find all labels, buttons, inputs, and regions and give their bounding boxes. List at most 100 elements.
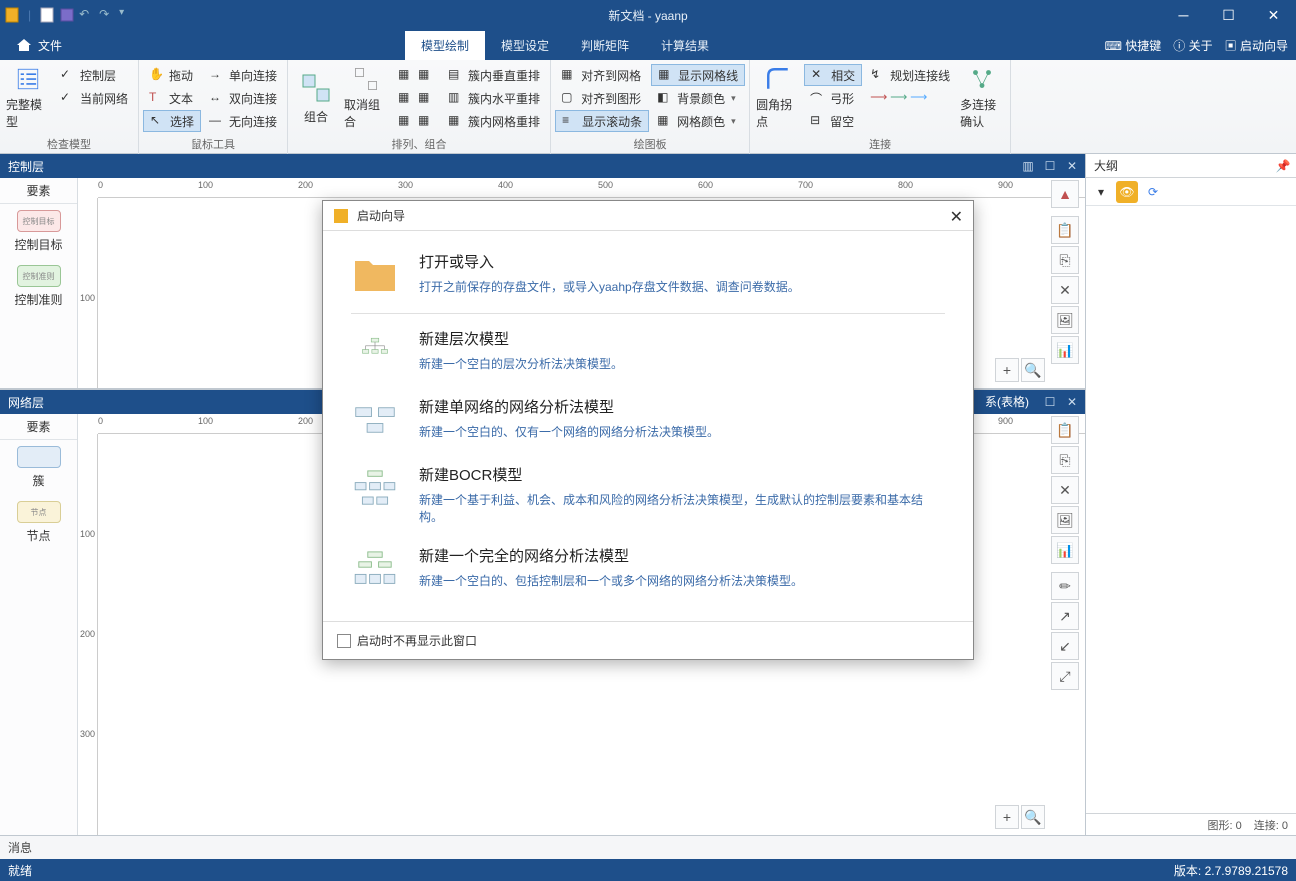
zoom-plus-icon[interactable]: + [995, 805, 1019, 829]
arc-option[interactable]: ⌒弓形 [804, 87, 862, 109]
app-icon-new[interactable] [4, 7, 20, 23]
outline-refresh-icon[interactable]: ⟳ [1142, 181, 1164, 203]
pane-maximize-icon[interactable]: ☐ [1041, 157, 1059, 175]
zoom-plus-icon[interactable]: + [995, 358, 1019, 382]
complete-model-button[interactable]: 完整模型 [4, 64, 52, 132]
dont-show-label[interactable]: 启动时不再显示此窗口 [357, 632, 477, 649]
tool-image-icon[interactable]: 🖼 [1051, 506, 1079, 534]
group-icon [300, 72, 332, 104]
file-menu[interactable]: 文件 [0, 30, 78, 60]
tool-pencil-icon[interactable]: ✏ [1051, 572, 1079, 600]
hand-icon: ✋ [149, 67, 165, 83]
wizard-new-hierarchy[interactable]: 新建层次模型新建一个空白的层次分析法决策模型。 [343, 318, 953, 386]
arrow-icon: → [209, 67, 225, 83]
multi-connect-confirm[interactable]: 多连接确认 [958, 64, 1006, 132]
cluster-vertical-sort[interactable]: ▤簇内垂直重排 [442, 64, 546, 86]
zoom-search-icon[interactable]: 🔍 [1021, 805, 1045, 829]
gap-icon: ⊟ [810, 113, 826, 129]
tab-results[interactable]: 计算结果 [645, 31, 725, 60]
dialog-footer: 启动时不再显示此窗口 [323, 621, 973, 659]
tool-delete-icon[interactable]: ✕ [1051, 276, 1079, 304]
current-network-check[interactable]: ✓当前网络 [54, 87, 134, 109]
redo-icon[interactable]: ↷ [99, 7, 115, 23]
tool-chart-icon[interactable]: 📊 [1051, 336, 1079, 364]
dropdown-icon[interactable]: ▾ [119, 7, 135, 23]
wizard-open-import[interactable]: 打开或导入打开之前保存的存盘文件，或导入yaahp存盘文件数据、调查问卷数据。 [343, 241, 953, 309]
outline-status: 图形: 0 连接: 0 [1086, 813, 1296, 835]
check-icon: ✓ [60, 67, 76, 83]
shortcuts-link[interactable]: ⌨ 快捷键 [1105, 37, 1162, 54]
no-direction-connect[interactable]: —无向连接 [203, 110, 283, 132]
tool-paste-icon[interactable]: 📋 [1051, 416, 1079, 444]
outline-eye-icon[interactable]: 👁 [1116, 181, 1138, 203]
maximize-button[interactable]: ☐ [1206, 0, 1251, 30]
element-control-goal[interactable]: 控制目标控制目标 [0, 204, 77, 259]
dont-show-checkbox[interactable] [337, 634, 351, 648]
snap-to-grid[interactable]: ▦对齐到网格 [555, 64, 649, 86]
status-left: 就绪 [8, 862, 32, 879]
drag-tool[interactable]: ✋拖动 [143, 64, 201, 86]
gap-option[interactable]: ⊟留空 [804, 110, 862, 132]
control-layer-check[interactable]: ✓控制层 [54, 64, 134, 86]
tab-model-draw[interactable]: 模型绘制 [405, 31, 485, 60]
tab-judgment-matrix[interactable]: 判断矩阵 [565, 31, 645, 60]
one-way-connect[interactable]: →单向连接 [203, 64, 283, 86]
tool-arrow1-icon[interactable]: ↗ [1051, 602, 1079, 630]
align-icons-2[interactable]: ▦▦ [392, 87, 440, 109]
wizard-link[interactable]: ▣ 启动向导 [1225, 37, 1288, 54]
element-control-criterion[interactable]: 控制准则控制准则 [0, 259, 77, 314]
status-bar: 就绪 版本: 2.7.9789.21578 [0, 859, 1296, 881]
snap-to-shape[interactable]: ▢对齐到图形 [555, 87, 649, 109]
tool-expand-icon[interactable]: ⤢ [1051, 662, 1079, 690]
about-link[interactable]: ⓘ 关于 [1173, 37, 1212, 54]
element-node[interactable]: 节点节点 [0, 495, 77, 550]
outline-menu-icon[interactable]: ▾ [1090, 181, 1112, 203]
wizard-new-bocr[interactable]: 新建BOCR模型新建一个基于利益、机会、成本和风险的网络分析法决策模型，生成默认… [343, 454, 953, 535]
tool-copy-icon[interactable]: ⎘ [1051, 246, 1079, 274]
cluster-horizontal-sort[interactable]: ▥簇内水平重排 [442, 87, 546, 109]
show-gridlines[interactable]: ▦显示网格线 [651, 64, 745, 86]
close-button[interactable]: ✕ [1251, 0, 1296, 30]
pin-icon[interactable]: 📌 [1274, 157, 1292, 175]
tool-arrow2-icon[interactable]: ↙ [1051, 632, 1079, 660]
pane-close-icon[interactable]: ✕ [1063, 157, 1081, 175]
corner-icon [762, 66, 794, 92]
tool-paste-icon[interactable]: 📋 [1051, 216, 1079, 244]
select-tool[interactable]: ↖选择 [143, 110, 201, 132]
ungroup-button[interactable]: 取消组合 [342, 64, 390, 132]
tool-chart-icon[interactable]: 📊 [1051, 536, 1079, 564]
intersect-option[interactable]: ✕相交 [804, 64, 862, 86]
plan-connection[interactable]: ↯规划连接线 [864, 64, 956, 86]
text-tool[interactable]: T文本 [143, 87, 201, 109]
element-cluster[interactable]: 簇 [0, 440, 77, 495]
title-bar: | ↶ ↷ ▾ 新文档 - yaanp ─ ☐ ✕ [0, 0, 1296, 30]
zoom-search-icon[interactable]: 🔍 [1021, 358, 1045, 382]
app-icon-open[interactable] [39, 7, 55, 23]
tool-delete-icon[interactable]: ✕ [1051, 476, 1079, 504]
minimize-button[interactable]: ─ [1161, 0, 1206, 30]
wizard-new-full-network[interactable]: 新建一个完全的网络分析法模型新建一个空白的、包括控制层和一个或多个网络的网络分析… [343, 535, 953, 603]
conn-icons-row[interactable]: ⟶⟶⟶ [864, 87, 956, 109]
dialog-close-button[interactable]: ✕ [950, 207, 963, 227]
cluster-grid-sort[interactable]: ▦簇内网格重排 [442, 110, 546, 132]
align-icons-1[interactable]: ▦▦ [392, 64, 440, 86]
tool-select-icon[interactable]: ▲ [1051, 180, 1079, 208]
undo-icon[interactable]: ↶ [79, 7, 95, 23]
app-icon-save[interactable] [59, 7, 75, 23]
tab-model-settings[interactable]: 模型设定 [485, 31, 565, 60]
wizard-new-single-network[interactable]: 新建单网络的网络分析法模型新建一个空白的、仅有一个网络的网络分析法决策模型。 [343, 386, 953, 454]
outline-toolbar: ▾ 👁 ⟳ [1086, 178, 1296, 206]
pane-close-icon[interactable]: ✕ [1063, 393, 1081, 411]
tool-image-icon[interactable]: 🖼 [1051, 306, 1079, 334]
group-button[interactable]: 组合 [292, 64, 340, 132]
align-icons-3[interactable]: ▦▦ [392, 110, 440, 132]
tool-copy-icon[interactable]: ⎘ [1051, 446, 1079, 474]
pane-maximize-icon[interactable]: ☐ [1041, 393, 1059, 411]
background-color[interactable]: ◧背景颜色▾ [651, 87, 745, 109]
grid-color[interactable]: ▦网格颜色▾ [651, 110, 745, 132]
elements-sidebar-bottom: 要素 簇 节点节点 [0, 414, 78, 835]
round-corner-button[interactable]: 圆角拐点 [754, 64, 802, 132]
pane-view-icon[interactable]: ▥ [1019, 157, 1037, 175]
two-way-connect[interactable]: ↔双向连接 [203, 87, 283, 109]
show-scrollbar[interactable]: ≡显示滚动条 [555, 110, 649, 132]
